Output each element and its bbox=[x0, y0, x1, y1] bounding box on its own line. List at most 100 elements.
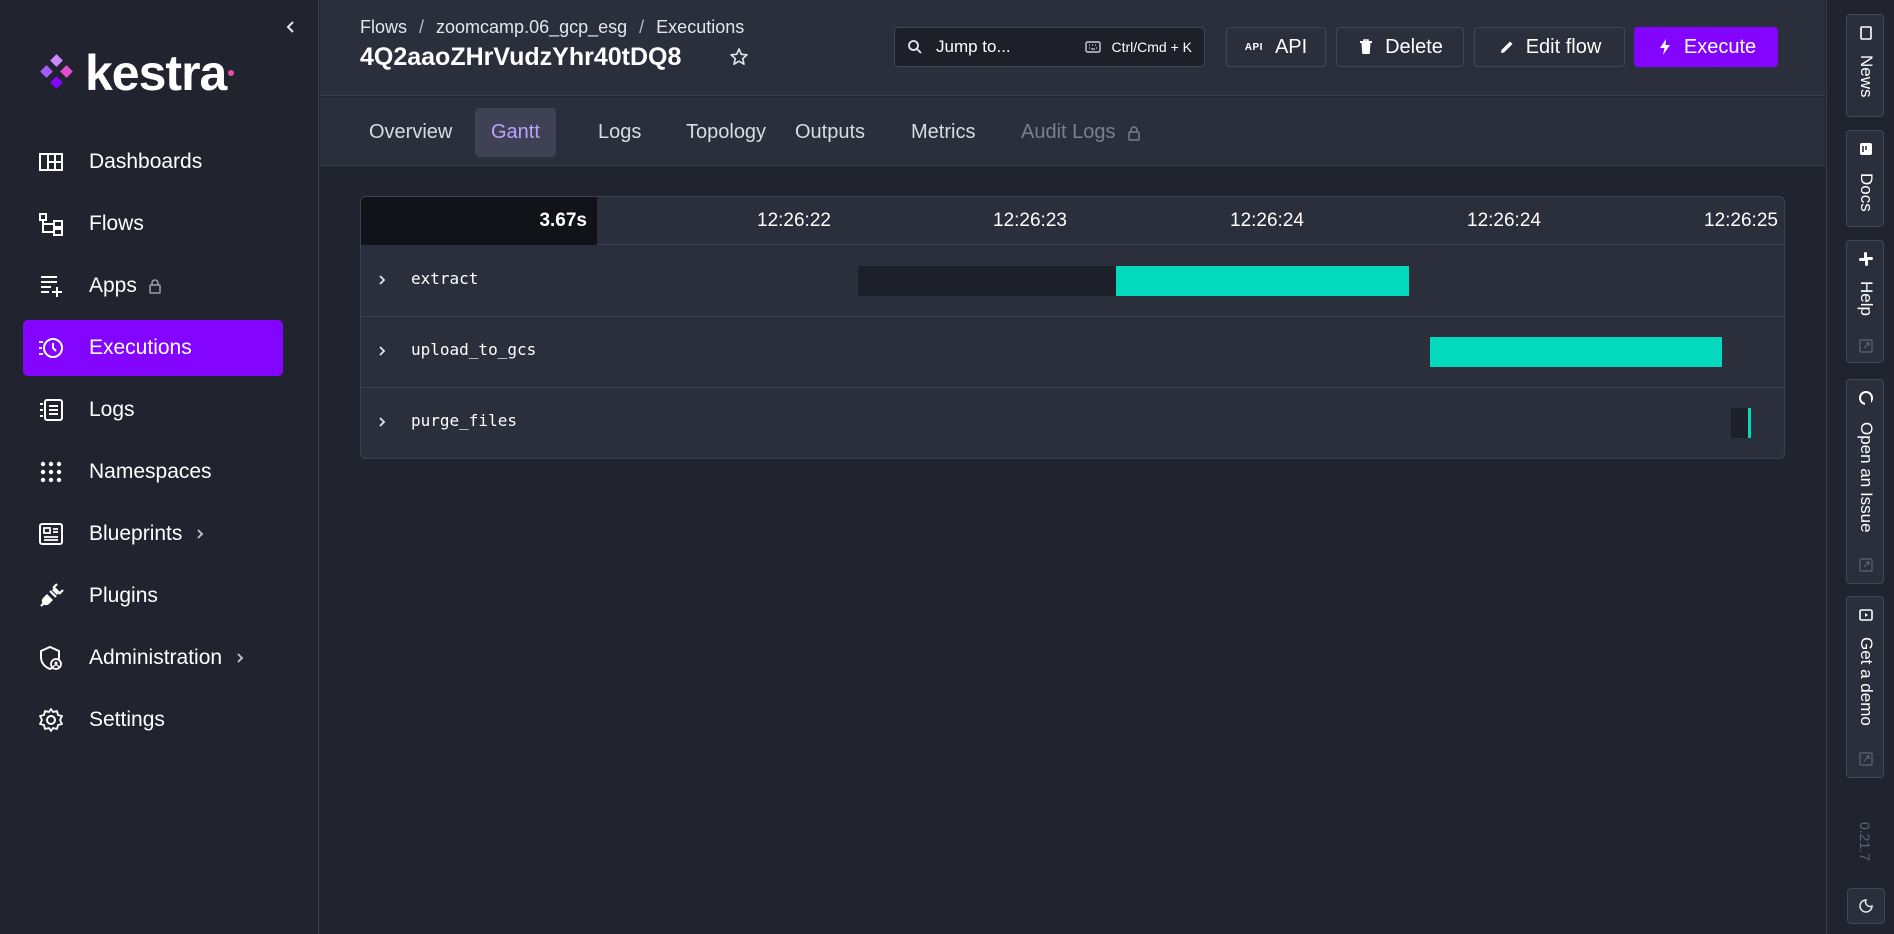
main-nav: Dashboards Flows Apps Executions Logs Na… bbox=[23, 134, 283, 754]
lightning-icon bbox=[1659, 39, 1670, 55]
demo-icon bbox=[1859, 609, 1873, 621]
sidebar-item-logs[interactable]: Logs bbox=[23, 382, 283, 438]
sidebar-item-dashboards[interactable]: Dashboards bbox=[23, 134, 283, 190]
api-button-label: API bbox=[1274, 35, 1308, 58]
plugins-icon bbox=[40, 583, 64, 607]
sidebar-item-flows[interactable]: Flows bbox=[23, 196, 283, 252]
task-wait-bar bbox=[1730, 408, 1748, 438]
administration-icon bbox=[40, 645, 62, 671]
delete-button[interactable]: Delete bbox=[1336, 27, 1464, 67]
task-run-bar[interactable] bbox=[1430, 337, 1723, 367]
chevron-right-icon[interactable] bbox=[376, 273, 388, 287]
news-icon bbox=[1860, 26, 1872, 40]
execution-duration: 3.67s bbox=[361, 197, 597, 245]
rail-news-label: News bbox=[1857, 55, 1876, 98]
gantt-tick: 12:26:24 bbox=[1230, 210, 1304, 231]
gantt-row-upload-to-gcs[interactable]: upload_to_gcs bbox=[361, 317, 1784, 388]
rail-docs[interactable]: Docs bbox=[1846, 130, 1884, 227]
github-icon bbox=[1859, 391, 1873, 405]
breadcrumb-flows[interactable]: Flows bbox=[360, 17, 407, 38]
namespaces-icon bbox=[40, 461, 62, 483]
rail-news[interactable]: News bbox=[1846, 14, 1884, 117]
chevron-right-icon bbox=[197, 529, 204, 539]
rail-open-issue[interactable]: Open an Issue bbox=[1846, 379, 1884, 584]
gantt-tick: 12:26:23 bbox=[993, 210, 1067, 231]
sidebar-item-namespaces[interactable]: Namespaces bbox=[23, 444, 283, 500]
chevron-right-icon bbox=[237, 653, 244, 663]
task-run-bar[interactable] bbox=[1747, 408, 1752, 438]
sidebar-item-blueprints[interactable]: Blueprints bbox=[23, 506, 283, 562]
keyboard-icon bbox=[1085, 41, 1102, 53]
gantt-row-purge-files[interactable]: purge_files bbox=[361, 388, 1784, 458]
execute-button[interactable]: Execute bbox=[1634, 27, 1778, 67]
task-wait-bar bbox=[858, 266, 1117, 296]
gantt-tick: 12:26:25 bbox=[1704, 210, 1778, 231]
task-name: purge_files bbox=[411, 411, 517, 430]
tab-logs[interactable]: Logs bbox=[582, 108, 657, 157]
sidebar-item-executions[interactable]: Executions bbox=[23, 320, 283, 376]
external-link-icon bbox=[1859, 558, 1873, 572]
flows-icon bbox=[39, 213, 63, 236]
sidebar-item-plugins[interactable]: Plugins bbox=[23, 568, 283, 624]
gantt-tick: 12:26:24 bbox=[1467, 210, 1541, 231]
sidebar-item-label: Plugins bbox=[89, 584, 158, 607]
sidebar-item-label: Executions bbox=[89, 336, 192, 359]
sidebar-item-label: Administration bbox=[89, 646, 223, 669]
sidebar-item-label: Settings bbox=[89, 708, 165, 731]
slack-icon bbox=[1859, 252, 1873, 266]
rail-help[interactable]: Help bbox=[1846, 240, 1884, 363]
apps-icon bbox=[41, 276, 62, 297]
sidebar: kestra Dashboards Flows Apps Executions … bbox=[0, 0, 319, 934]
theme-toggle-button[interactable] bbox=[1847, 888, 1885, 924]
delete-button-label: Delete bbox=[1385, 35, 1443, 58]
task-run-bar[interactable] bbox=[1116, 266, 1409, 296]
rail-help-label: Help bbox=[1857, 281, 1876, 316]
jump-to-search[interactable]: Jump to... Ctrl/Cmd + K bbox=[894, 27, 1205, 67]
settings-icon bbox=[39, 708, 63, 732]
sidebar-item-label: Flows bbox=[89, 212, 144, 235]
sidebar-item-apps[interactable]: Apps bbox=[23, 258, 283, 314]
kestra-logo-text: kestra bbox=[85, 45, 227, 101]
gantt-chart: 3.67s 12:26:22 12:26:23 12:26:24 12:26:2… bbox=[360, 196, 1785, 459]
tab-metrics[interactable]: Metrics bbox=[895, 108, 991, 157]
breadcrumb-executions[interactable]: Executions bbox=[656, 17, 744, 38]
kestra-logo[interactable]: kestra bbox=[38, 45, 235, 101]
gantt-row-extract[interactable]: extract bbox=[361, 246, 1784, 317]
tab-overview[interactable]: Overview bbox=[353, 108, 468, 157]
tab-outputs[interactable]: Outputs bbox=[779, 108, 881, 157]
tab-gantt[interactable]: Gantt bbox=[475, 108, 556, 157]
sidebar-item-label: Apps bbox=[89, 274, 137, 297]
task-name: upload_to_gcs bbox=[411, 340, 537, 359]
edit-flow-button-label: Edit flow bbox=[1525, 35, 1602, 58]
right-rail: News Docs Help Open an Issue Get a demo bbox=[1826, 0, 1894, 934]
edit-flow-button[interactable]: Edit flow bbox=[1474, 27, 1625, 67]
blueprints-icon bbox=[39, 523, 63, 545]
jump-to-shortcut: Ctrl/Cmd + K bbox=[1111, 39, 1192, 55]
lock-icon bbox=[149, 279, 161, 294]
breadcrumb-namespace-flow[interactable]: zoomcamp.06_gcp_esg bbox=[436, 17, 627, 38]
page-title: 4Q2aaoZHrVudzYhr40tDQ8 bbox=[360, 43, 682, 71]
kestra-logo-mark-icon bbox=[40, 54, 73, 89]
sidebar-item-label: Namespaces bbox=[89, 460, 212, 483]
lock-icon bbox=[1127, 125, 1140, 141]
rail-get-demo[interactable]: Get a demo bbox=[1846, 596, 1884, 778]
chevron-left-icon[interactable] bbox=[280, 16, 300, 38]
tab-topology[interactable]: Topology bbox=[670, 108, 782, 157]
api-button[interactable]: API API bbox=[1226, 27, 1326, 67]
breadcrumb-separator: / bbox=[419, 17, 425, 37]
gantt-header: 3.67s 12:26:22 12:26:23 12:26:24 12:26:2… bbox=[361, 197, 1784, 245]
sidebar-item-settings[interactable]: Settings bbox=[23, 692, 283, 748]
rail-docs-label: Docs bbox=[1857, 173, 1876, 212]
sidebar-item-label: Dashboards bbox=[89, 150, 203, 173]
star-icon[interactable] bbox=[729, 47, 749, 67]
gantt-tick: 12:26:22 bbox=[757, 210, 831, 231]
app-version: 0.21.7 bbox=[1857, 822, 1873, 861]
chevron-right-icon[interactable] bbox=[376, 344, 388, 358]
page-header: Flows / zoomcamp.06_gcp_esg / Executions… bbox=[320, 0, 1825, 96]
jump-to-label: Jump to... bbox=[936, 37, 1011, 56]
sidebar-item-administration[interactable]: Administration bbox=[23, 630, 283, 686]
chevron-right-icon[interactable] bbox=[376, 415, 388, 429]
search-icon bbox=[908, 40, 922, 54]
breadcrumb: Flows / zoomcamp.06_gcp_esg / Executions bbox=[360, 17, 744, 38]
trash-icon bbox=[1360, 39, 1373, 54]
